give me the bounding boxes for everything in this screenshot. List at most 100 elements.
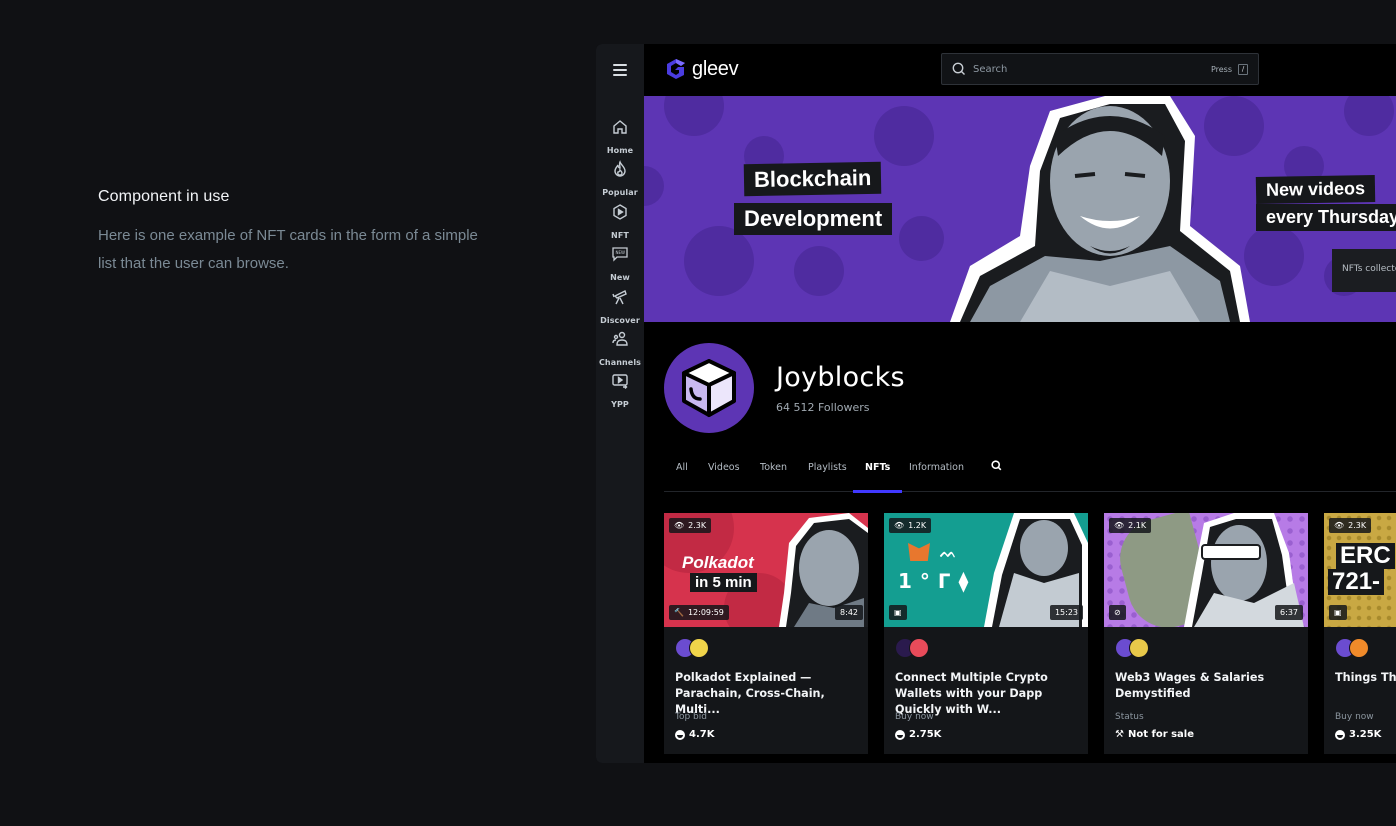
joy-token-icon xyxy=(895,729,905,740)
tab-playlists[interactable]: Playlists xyxy=(808,462,847,492)
sidebar-item-nft[interactable]: NFT xyxy=(596,203,644,242)
tab-information[interactable]: Information xyxy=(909,462,964,492)
buy-now-icon: ▣ xyxy=(894,608,902,617)
owner-avatar[interactable] xyxy=(1349,638,1369,658)
views-badge: 👁 1.2K xyxy=(889,518,932,533)
nft-thumbnail: ᨓ 1°ᒥ⧫ 👁 1.2K ▣ 15:23 xyxy=(884,513,1088,627)
thumb-headline: Polkadot xyxy=(682,553,754,572)
auction-hammer-icon: 🔨 xyxy=(674,608,684,617)
sidebar-item-channels[interactable]: Channels xyxy=(596,330,644,369)
tab-videos[interactable]: Videos xyxy=(708,462,740,492)
sidebar-label: Channels xyxy=(598,358,642,367)
sidebar-label: Popular xyxy=(602,188,638,197)
tab-all[interactable]: All xyxy=(676,462,688,492)
banner-text-line1: Blockchain xyxy=(743,161,882,197)
sidebar-item-discover[interactable]: Discover xyxy=(596,288,644,327)
eye-icon: 👁 xyxy=(1334,521,1345,530)
search-input[interactable]: Search Press / xyxy=(941,53,1259,85)
buy-now-badge: ▣ xyxy=(1329,605,1347,620)
new-badge-icon: NEW xyxy=(612,247,628,262)
owner-avatars xyxy=(1335,638,1369,658)
owner-avatar[interactable] xyxy=(1129,638,1149,658)
logo-text: gleev xyxy=(692,57,739,80)
buy-now-badge: ▣ xyxy=(889,605,907,620)
metamask-icon xyxy=(908,543,930,561)
nft-card[interactable]: 👁 2.1K ⊘ 6:37 Web3 Wages & Salaries Demys… xyxy=(1104,513,1308,754)
wallet-logos: 1°ᒥ⧫ xyxy=(898,569,977,593)
banner-right-line1: New videos xyxy=(1255,174,1376,205)
thumb-headline: ERC xyxy=(1336,543,1395,569)
gleev-logo-icon xyxy=(667,59,685,79)
owner-avatar[interactable] xyxy=(909,638,929,658)
owner-avatars xyxy=(1115,638,1149,658)
search-icon xyxy=(952,62,965,75)
owner-avatar[interactable] xyxy=(689,638,709,658)
shortcut-key: / xyxy=(1238,63,1248,75)
nft-title: Things The... The ERC 72... xyxy=(1335,671,1396,684)
nft-price: 2.75K xyxy=(895,729,941,740)
nft-price-label: Buy now xyxy=(1335,712,1374,722)
views-badge: 👁 2.3K xyxy=(669,518,712,533)
duration-badge: 15:23 xyxy=(1049,605,1083,620)
hamburger-menu-icon[interactable] xyxy=(613,64,627,76)
sidebar-item-ypp[interactable]: YPP xyxy=(596,372,644,411)
svg-text:NEW: NEW xyxy=(616,250,626,255)
nft-card[interactable]: ᨓ 1°ᒥ⧫ 👁 1.2K ▣ 15:23 Connect Multiple Cr… xyxy=(884,513,1088,754)
nft-price-label: Buy now xyxy=(895,712,934,722)
buy-now-icon: ▣ xyxy=(1334,608,1342,617)
sidebar-item-popular[interactable]: Popular xyxy=(596,160,644,199)
eye-icon: 👁 xyxy=(674,521,685,530)
nft-price: 3.25K xyxy=(1335,729,1381,740)
not-for-sale-badge: ⊘ xyxy=(1109,605,1126,620)
shortcut-label: Press xyxy=(1210,64,1232,74)
channel-banner: Blockchain Development New videos every … xyxy=(644,96,1396,322)
intro-section: Component in use Here is one example of … xyxy=(98,188,498,278)
owner-avatars xyxy=(675,638,709,658)
not-for-sale-icon: ⚒ xyxy=(1115,729,1124,740)
banner-text-line2: Development xyxy=(734,203,893,235)
sidebar-label: New xyxy=(610,273,630,282)
app-window: Home Popular NFT NEW New Discover Channe… xyxy=(596,44,1396,763)
channel-name: Joyblocks xyxy=(776,362,905,393)
channel-tabs: All Videos Token Playlists NFTs Informat… xyxy=(664,454,1396,493)
channel-owner-illustration xyxy=(950,96,1250,322)
sidebar-item-new[interactable]: NEW New xyxy=(596,245,644,284)
nfts-collected-badge: NFTs collected xyxy=(1332,249,1396,292)
nft-title: Connect Multiple Crypto Wallets with you… xyxy=(895,671,1048,716)
duration-badge: 6:37 xyxy=(1275,605,1303,620)
flame-icon xyxy=(614,160,626,177)
nft-price: 4.7K xyxy=(675,729,714,740)
nft-title: Polkadot Explained — Parachain, Cross-Ch… xyxy=(675,671,825,716)
tab-token[interactable]: Token xyxy=(760,462,787,492)
top-bar: gleev Search Press / xyxy=(644,44,1396,96)
nft-card[interactable]: Polkadot in 5 min 👁 2.3K 🔨 12:09:59 8:42 P… xyxy=(664,513,868,754)
search-placeholder: Search xyxy=(973,63,1008,75)
intro-description: Here is one example of NFT cards in the … xyxy=(98,227,478,272)
eye-icon: 👁 xyxy=(894,521,905,530)
sidebar-item-home[interactable]: Home xyxy=(596,118,644,157)
nft-price-label: Top bid xyxy=(675,712,707,722)
views-badge: 👁 2.3K xyxy=(1329,518,1372,533)
nft-thumbnail: 👁 2.1K ⊘ 6:37 xyxy=(1104,513,1308,627)
channels-icon xyxy=(612,331,628,346)
auction-timer-badge: 🔨 12:09:59 xyxy=(669,605,729,620)
tab-search-icon[interactable] xyxy=(991,460,1002,471)
thumb-subheadline: in 5 min xyxy=(690,573,757,592)
joyblocks-cube-icon xyxy=(682,359,736,417)
owner-avatars xyxy=(895,638,929,658)
sidebar-label: Discover xyxy=(600,316,640,325)
views-badge: 👁 2.1K xyxy=(1109,518,1152,533)
gleev-logo[interactable]: gleev xyxy=(664,57,739,81)
nft-thumbnail: Polkadot in 5 min 👁 2.3K 🔨 12:09:59 8:42 xyxy=(664,513,868,627)
sidebar-label: YPP xyxy=(611,400,629,409)
nft-play-icon xyxy=(613,204,627,220)
intro-heading: Component in use xyxy=(98,188,230,205)
not-for-sale-icon: ⊘ xyxy=(1114,608,1121,617)
nft-card[interactable]: ERC 721- 👁2.3K ▣ Things The... The ERC 7… xyxy=(1324,513,1396,754)
channel-avatar[interactable] xyxy=(664,343,754,433)
nft-title: Web3 Wages & Salaries Demystified xyxy=(1115,671,1265,700)
joy-token-icon xyxy=(675,729,685,740)
joy-token-icon xyxy=(1335,729,1345,740)
tab-nfts[interactable]: NFTs xyxy=(852,462,903,493)
ypp-icon xyxy=(612,374,628,389)
